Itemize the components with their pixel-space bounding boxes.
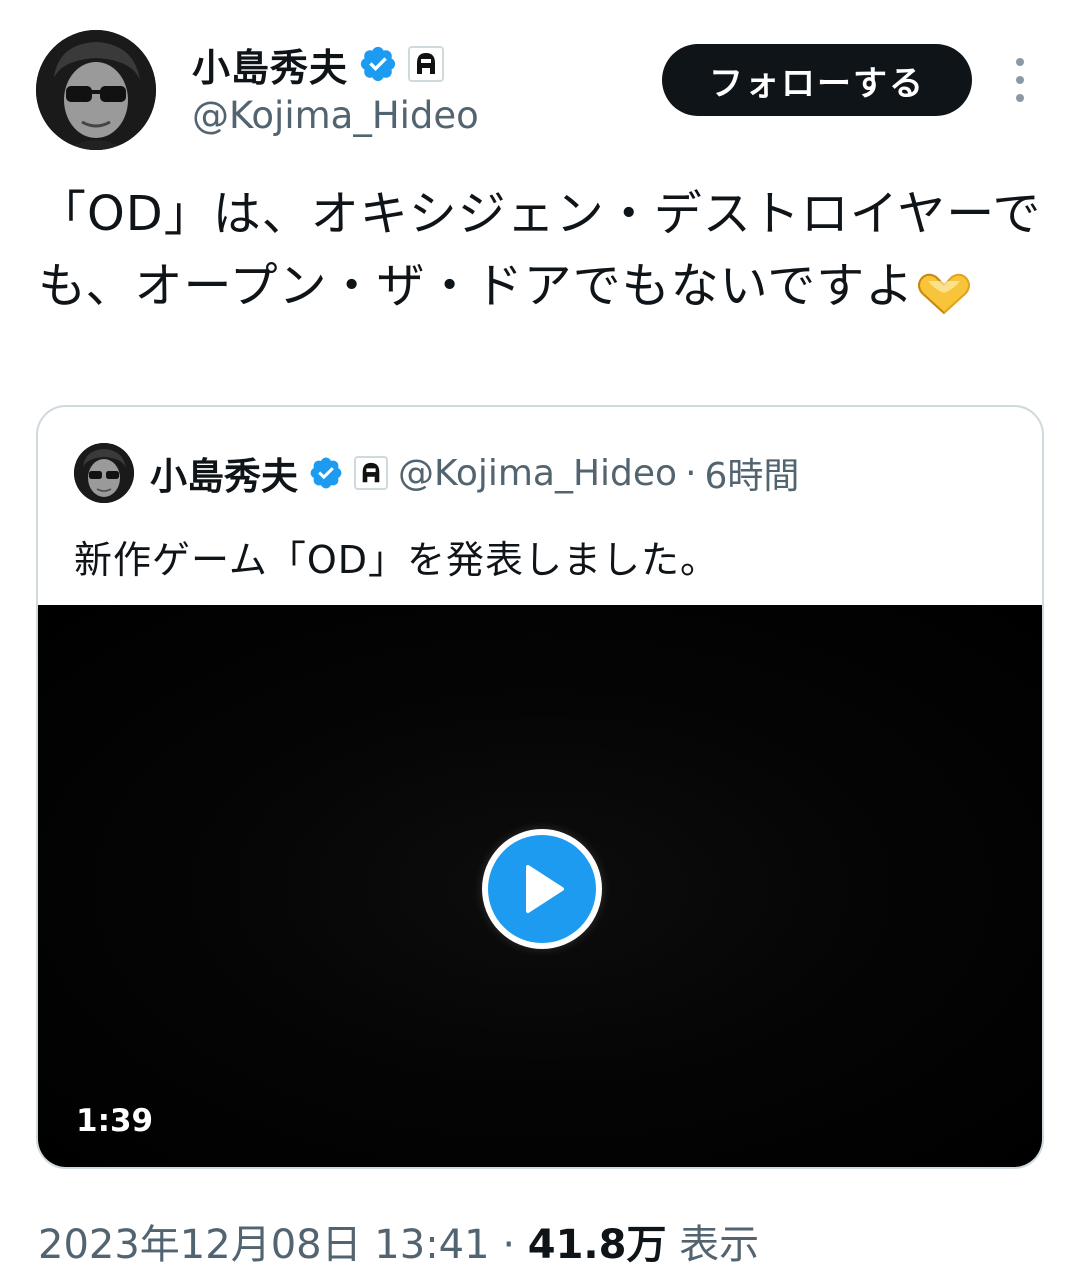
quoted-separator: · <box>685 452 697 494</box>
author-name[interactable]: 小島秀夫 <box>192 37 348 92</box>
author-name-row: 小島秀夫 <box>192 37 445 92</box>
quoted-tweet-text: 新作ゲーム「OD」を発表しました。 <box>74 538 720 582</box>
views-count: 41.8万 <box>527 1222 667 1266</box>
quoted-author-handle[interactable]: @Kojima_Hideo <box>398 453 677 494</box>
tweet-text: 「OD」は、オキシジェン・デストロイヤーでも、オープン・ザ・ドアでもないですよ <box>38 178 1048 322</box>
heart-hands-emoji-icon <box>914 265 974 315</box>
tweet-text-body: 「OD」は、オキシジェン・デストロイヤーでも、オープン・ザ・ドアでもないですよ <box>38 186 1042 314</box>
video-player[interactable]: 1:39 <box>38 605 1042 1167</box>
verified-badge-icon <box>358 44 398 84</box>
tweet-meta: 2023年12月08日 13:41 · 41.8万 表示 <box>38 1212 759 1266</box>
author-handle[interactable]: @Kojima_Hideo <box>192 94 479 137</box>
quoted-timestamp[interactable]: 6時間 <box>705 447 800 499</box>
quoted-verified-badge-icon <box>308 455 344 491</box>
quoted-affiliate-logo-icon[interactable] <box>354 456 388 490</box>
affiliate-logo-icon[interactable] <box>408 46 445 82</box>
views-label: 表示 <box>679 1222 760 1266</box>
video-duration: 1:39 <box>76 1103 154 1139</box>
play-button[interactable] <box>482 829 602 949</box>
more-options-icon[interactable] <box>1006 58 1034 102</box>
quoted-tweet-card[interactable]: 小島秀夫 @Kojima_Hideo · 6時間 新作ゲーム「OD」を発表しまし… <box>36 405 1044 1169</box>
quoted-avatar[interactable] <box>74 443 134 503</box>
quoted-tweet-header: 小島秀夫 @Kojima_Hideo · 6時間 <box>74 443 799 503</box>
follow-button[interactable]: フォローする <box>662 44 972 116</box>
play-icon <box>526 865 564 913</box>
tweet-page: 小島秀夫 @Kojima_Hideo フォローする 「OD」は、オキシジェン・デ… <box>0 0 1080 1266</box>
quoted-author-name[interactable]: 小島秀夫 <box>150 446 298 500</box>
avatar[interactable] <box>36 30 156 150</box>
tweet-datetime[interactable]: 2023年12月08日 13:41 <box>38 1222 490 1266</box>
meta-separator: · <box>502 1222 516 1266</box>
